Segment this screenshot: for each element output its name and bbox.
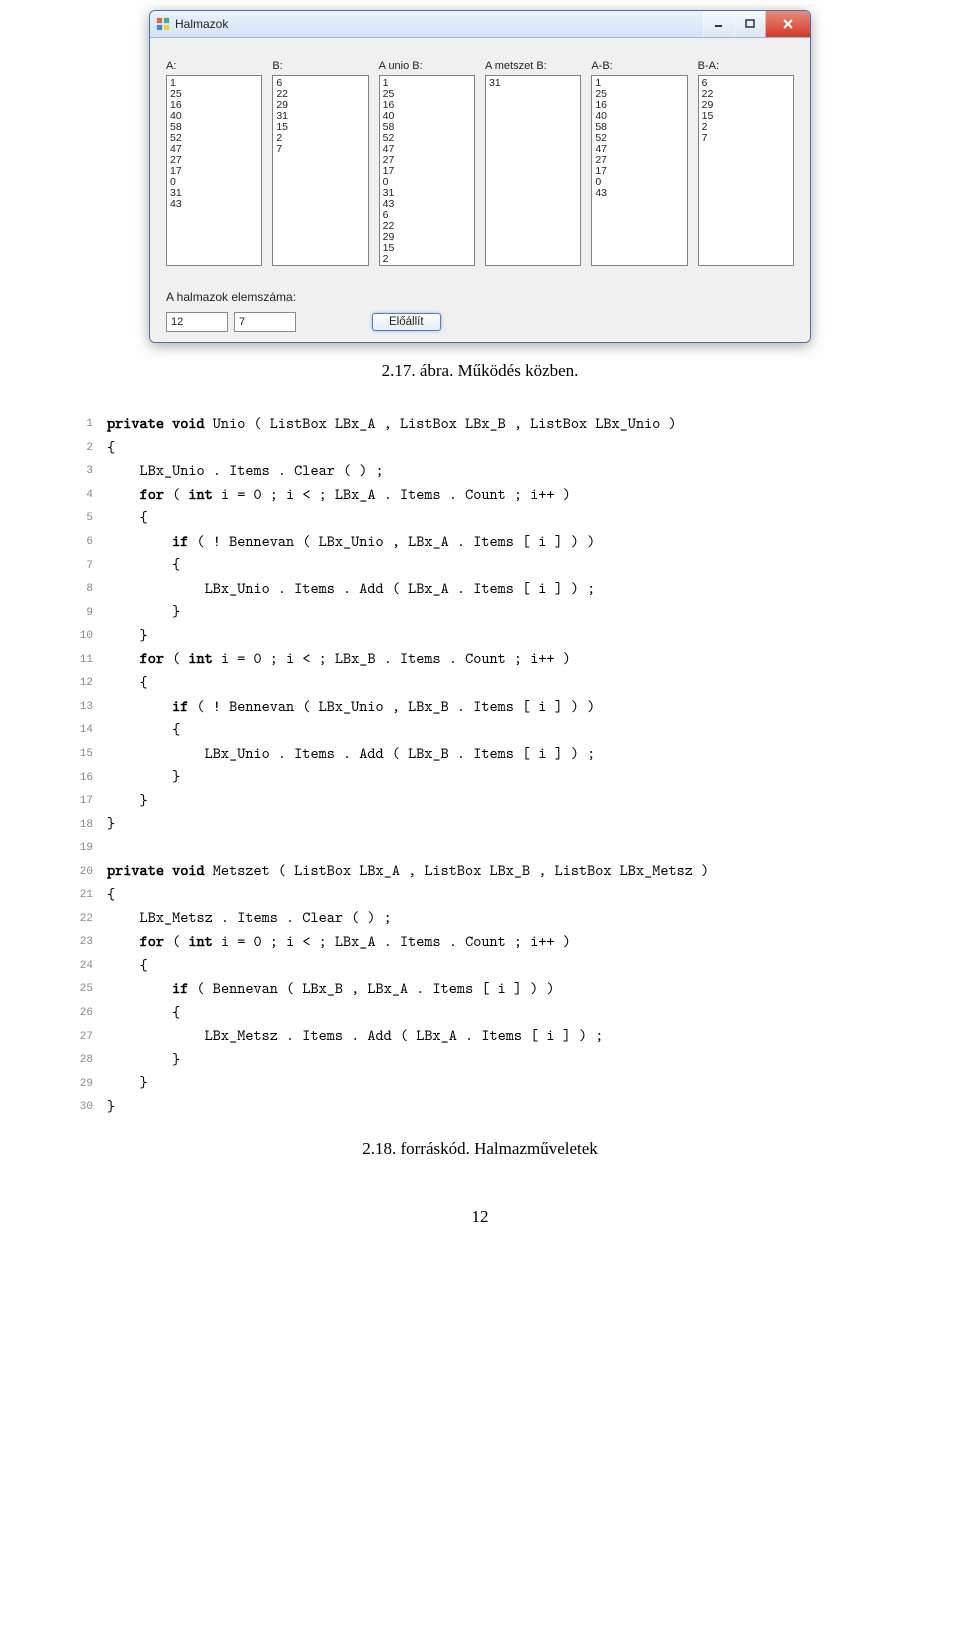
count-a-field[interactable]: 12 bbox=[166, 312, 228, 332]
column-2: A unio B: 1 25 16 40 58 52 47 27 17 0 31 … bbox=[379, 60, 475, 266]
code-line: 29 } bbox=[65, 1070, 865, 1094]
column-label: A unio B: bbox=[379, 60, 475, 72]
code-line: 18} bbox=[65, 811, 865, 835]
column-label: A-B: bbox=[591, 60, 687, 72]
listbox[interactable]: 6 22 29 31 15 2 7 bbox=[272, 75, 368, 266]
code-line: 16 } bbox=[65, 764, 865, 788]
code-line: 28 } bbox=[65, 1047, 865, 1071]
code-line: 17 } bbox=[65, 788, 865, 812]
code-listing: 1private void Unio ( ListBox LBx_A , Lis… bbox=[65, 411, 865, 1117]
listbox-columns: A: 1 25 16 40 58 52 47 27 17 0 31 43 B: 6 2… bbox=[166, 60, 794, 266]
code-line: 14 { bbox=[65, 717, 865, 741]
code-line: 10 } bbox=[65, 623, 865, 647]
figure-caption: 2.17. ábra. Működés közben. bbox=[95, 361, 865, 381]
code-line: 3 LBx_Unio . Items . Clear ( ) ; bbox=[65, 458, 865, 482]
code-line: 5 { bbox=[65, 505, 865, 529]
column-label: A metszet B: bbox=[485, 60, 581, 72]
column-label: A: bbox=[166, 60, 262, 72]
code-line: 8 LBx_Unio . Items . Add ( LBx_A . Items… bbox=[65, 576, 865, 600]
code-line: 6 if ( ! Bennevan ( LBx_Unio , LBx_A . I… bbox=[65, 529, 865, 553]
code-line: 4 for ( int i = 0 ; i < ; LBx_A . Items … bbox=[65, 482, 865, 506]
code-line: 2{ bbox=[65, 435, 865, 459]
column-0: A: 1 25 16 40 58 52 47 27 17 0 31 43 bbox=[166, 60, 262, 266]
source-caption: 2.18. forráskód. Halmazműveletek bbox=[95, 1139, 865, 1159]
listbox[interactable]: 31 bbox=[485, 75, 581, 266]
code-line: 30} bbox=[65, 1094, 865, 1118]
page-number: 12 bbox=[95, 1207, 865, 1227]
count-label: A halmazok elemszáma: bbox=[166, 290, 794, 304]
count-b-field[interactable]: 7 bbox=[234, 312, 296, 332]
code-line: 11 for ( int i = 0 ; i < ; LBx_B . Items… bbox=[65, 646, 865, 670]
listbox[interactable]: 6 22 29 15 2 7 bbox=[698, 75, 794, 266]
code-line: 24 { bbox=[65, 953, 865, 977]
column-label: B-A: bbox=[698, 60, 794, 72]
dialog-window: Halmazok A: 1 25 16 40 58 52 47 27 17 0 3… bbox=[149, 10, 811, 343]
maximize-button[interactable] bbox=[734, 11, 765, 37]
generate-button[interactable]: Előállít bbox=[372, 313, 441, 331]
listbox[interactable]: 1 25 16 40 58 52 47 27 17 0 31 43 6 22 2… bbox=[379, 75, 475, 266]
column-3: A metszet B: 31 bbox=[485, 60, 581, 266]
code-line: 13 if ( ! Bennevan ( LBx_Unio , LBx_B . … bbox=[65, 694, 865, 718]
code-line: 27 LBx_Metsz . Items . Add ( LBx_A . Ite… bbox=[65, 1023, 865, 1047]
code-line: 22 LBx_Metsz . Items . Clear ( ) ; bbox=[65, 905, 865, 929]
column-5: B-A: 6 22 29 15 2 7 bbox=[698, 60, 794, 266]
title-bar: Halmazok bbox=[150, 11, 810, 38]
code-line: 1private void Unio ( ListBox LBx_A , Lis… bbox=[65, 411, 865, 435]
listbox[interactable]: 1 25 16 40 58 52 47 27 17 0 43 bbox=[591, 75, 687, 266]
app-icon bbox=[156, 17, 170, 31]
close-button[interactable] bbox=[765, 11, 810, 37]
code-line: 9 } bbox=[65, 599, 865, 623]
column-4: A-B: 1 25 16 40 58 52 47 27 17 0 43 bbox=[591, 60, 687, 266]
code-line: 23 for ( int i = 0 ; i < ; LBx_A . Items… bbox=[65, 929, 865, 953]
code-line: 26 { bbox=[65, 1000, 865, 1024]
listbox[interactable]: 1 25 16 40 58 52 47 27 17 0 31 43 bbox=[166, 75, 262, 266]
code-line: 21{ bbox=[65, 882, 865, 906]
code-line: 15 LBx_Unio . Items . Add ( LBx_B . Item… bbox=[65, 741, 865, 765]
window-title: Halmazok bbox=[175, 17, 703, 31]
code-line: 19 bbox=[65, 835, 865, 859]
code-line: 12 { bbox=[65, 670, 865, 694]
minimize-button[interactable] bbox=[703, 11, 734, 37]
code-line: 20private void Metszet ( ListBox LBx_A ,… bbox=[65, 858, 865, 882]
column-1: B: 6 22 29 31 15 2 7 bbox=[272, 60, 368, 266]
code-line: 7 { bbox=[65, 552, 865, 576]
code-line: 25 if ( Bennevan ( LBx_B , LBx_A . Items… bbox=[65, 976, 865, 1000]
column-label: B: bbox=[272, 60, 368, 72]
